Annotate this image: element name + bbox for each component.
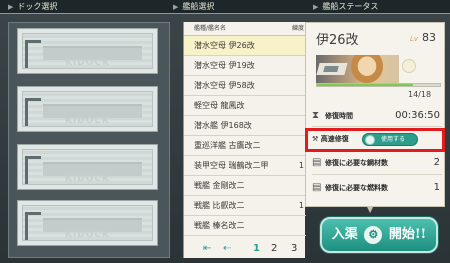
dock-select-header: ▶ ドック選択 bbox=[0, 0, 165, 14]
dock-slot-2[interactable]: KIDOCK bbox=[17, 86, 158, 132]
fast-repair-text: 高速修復 bbox=[320, 135, 349, 143]
pager: ⇤ ⇠ 1 2 3 bbox=[183, 240, 305, 258]
fuel-value: 1 bbox=[433, 182, 440, 193]
ship-row-name: 軽空母 龍鳳改 bbox=[194, 101, 245, 110]
ship-row[interactable]: 装甲空母 瑞鶴改二甲 1 bbox=[184, 156, 306, 176]
ship-row-name: 潜水空母 伊26改 bbox=[194, 41, 255, 50]
fast-repair-toggle[interactable]: 使用する bbox=[362, 133, 418, 146]
ship-row-lv: 1 bbox=[298, 161, 304, 170]
hammer-icon: ⚒ bbox=[312, 135, 319, 143]
start-button-left-text: 入渠 bbox=[331, 227, 358, 242]
ship-list-header: 艦種/艦名名 練度 bbox=[184, 22, 306, 36]
page-3-button[interactable]: 3 bbox=[291, 240, 297, 258]
ship-row-name: 戦艦 榛名改二 bbox=[194, 221, 245, 230]
ship-name: 伊26改 bbox=[316, 33, 359, 48]
ship-status-header: ▶ 艦船ステータス bbox=[305, 0, 450, 14]
ship-row[interactable]: 軽空母 龍鳳改 bbox=[184, 96, 306, 116]
ship-status-panel: 伊26改 Lv 83 14/18 ⧗ 修復時間 00:36:50 ▤ 修復に必要… bbox=[305, 22, 445, 207]
flower-icon bbox=[402, 59, 416, 73]
ship-row-name: 重巡洋艦 古鷹改二 bbox=[194, 141, 261, 150]
dock-slot-1[interactable]: KIDOCK bbox=[17, 28, 158, 74]
book-icon: ▤ bbox=[312, 182, 322, 193]
toggle-knob bbox=[365, 135, 375, 145]
ship-select-header: ▶ 艦船選択 bbox=[165, 0, 305, 14]
repair-time-label: 修復時間 bbox=[325, 112, 353, 120]
ship-row-name: 潜水空母 伊58改 bbox=[194, 81, 255, 90]
hp-text: 14/18 bbox=[408, 90, 432, 99]
ship-list-panel: 艦種/艦名名 練度 潜水空母 伊26改 潜水空母 伊19改 潜水空母 伊58改 … bbox=[183, 22, 306, 258]
dock-slot-inner: KIDOCK bbox=[22, 33, 153, 69]
col-type-name: 艦種/艦名名 bbox=[194, 25, 227, 32]
dock-stencil: KIDOCK bbox=[64, 174, 111, 184]
header-arrow-icon: ▶ bbox=[8, 3, 14, 11]
hp-bar bbox=[316, 83, 441, 87]
dock-stencil: KIDOCK bbox=[64, 58, 111, 68]
fast-repair-box: ⚒ 高速修復 使用する bbox=[305, 128, 445, 152]
divider bbox=[312, 174, 442, 175]
portrait-figure bbox=[351, 55, 383, 83]
ship-row[interactable]: 戦艦 金剛改二 bbox=[184, 176, 306, 196]
ship-row[interactable]: 戦艦 比叡改二 1 bbox=[184, 196, 306, 216]
divider bbox=[312, 126, 442, 127]
fuel-row: ▤ 修復に必要な燃料数 1 bbox=[312, 179, 442, 197]
start-repair-button[interactable]: 入渠 ⚙ 開始!! bbox=[320, 217, 438, 253]
dock-select-title: ドック選択 bbox=[17, 2, 58, 11]
chevron-down-icon: ▼ bbox=[367, 205, 374, 214]
first-page-button[interactable]: ⇤ bbox=[203, 240, 211, 258]
portrait-banner bbox=[316, 63, 348, 75]
repair-time-row: ⧗ 修復時間 00:36:50 bbox=[312, 107, 442, 125]
ship-row-name: 潜水空母 伊19改 bbox=[194, 61, 255, 70]
dock-slot-inner: KIDOCK bbox=[22, 205, 153, 241]
dock-slot-3[interactable]: KIDOCK bbox=[17, 144, 158, 190]
steel-label: 修復に必要な鋼材数 bbox=[325, 159, 388, 167]
hp-bar-fill bbox=[317, 84, 413, 86]
ship-status-title: 艦船ステータス bbox=[322, 2, 379, 11]
gear-icon: ⚙ bbox=[364, 225, 383, 244]
ship-row-name: 潜水艦 伊168改 bbox=[194, 121, 252, 130]
repair-time-value: 00:36:50 bbox=[395, 110, 440, 121]
ship-row[interactable]: 潜水空母 伊58改 bbox=[184, 76, 306, 96]
prev-page-button[interactable]: ⇠ bbox=[223, 240, 231, 258]
ship-row[interactable]: 潜水空母 伊19改 bbox=[184, 56, 306, 76]
fuel-label: 修復に必要な燃料数 bbox=[325, 184, 388, 192]
fast-repair-label: ⚒ 高速修復 bbox=[312, 134, 349, 144]
lv-label: Lv bbox=[410, 35, 419, 43]
header-arrow-icon: ▶ bbox=[173, 3, 179, 11]
ship-select-title: 艦船選択 bbox=[182, 2, 215, 11]
steel-row: ▤ 修復に必要な鋼材数 2 bbox=[312, 154, 442, 172]
ship-row[interactable]: 重巡洋艦 古鷹改二 bbox=[184, 136, 306, 156]
ship-row-lv: 1 bbox=[298, 201, 304, 210]
ship-row[interactable]: 戦艦 榛名改二 bbox=[184, 216, 306, 236]
dock-slot-inner: KIDOCK bbox=[22, 91, 153, 127]
dock-stencil: KIDOCK bbox=[64, 230, 111, 240]
ship-portrait bbox=[316, 55, 399, 83]
fast-repair-toggle-label: 使用する bbox=[381, 136, 406, 143]
dock-slot-4[interactable]: KIDOCK bbox=[17, 200, 158, 246]
lv-value: 83 bbox=[422, 31, 436, 44]
page-1-button[interactable]: 1 bbox=[253, 240, 260, 258]
ship-row-name: 戦艦 金剛改二 bbox=[194, 181, 245, 190]
col-lv: 練度 bbox=[291, 25, 304, 32]
steel-value: 2 bbox=[433, 157, 440, 168]
page-2-button[interactable]: 2 bbox=[271, 240, 277, 258]
ship-row-name: 装甲空母 瑞鶴改二甲 bbox=[194, 161, 269, 170]
dock-stencil: KIDOCK bbox=[64, 116, 111, 126]
ship-row-name: 戦艦 比叡改二 bbox=[194, 201, 245, 210]
start-button-right-text: 開始!! bbox=[388, 227, 427, 242]
ship-row[interactable]: 潜水空母 伊26改 bbox=[184, 36, 306, 56]
ship-row[interactable]: 潜水艦 伊168改 bbox=[184, 116, 306, 136]
dock-slot-inner: KIDOCK bbox=[22, 149, 153, 185]
book-icon: ▤ bbox=[312, 157, 322, 168]
hourglass-icon: ⧗ bbox=[312, 110, 320, 121]
header-arrow-icon: ▶ bbox=[313, 3, 319, 11]
